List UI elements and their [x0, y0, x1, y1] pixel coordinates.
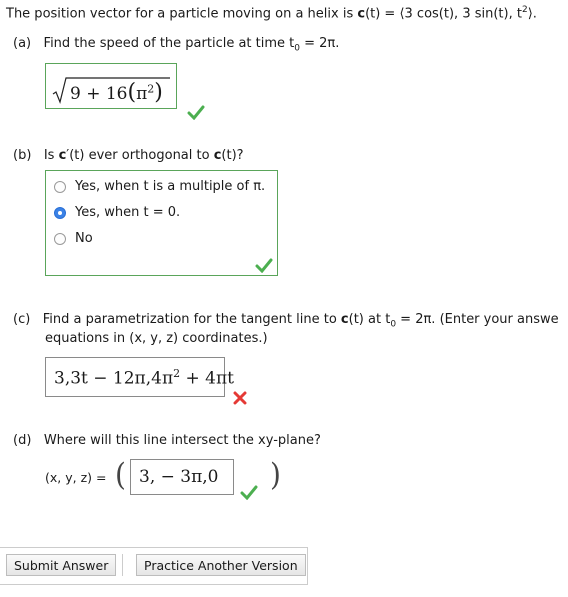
part-d-label: (d) [13, 433, 32, 448]
answer-a-text: 9 + 16 [70, 84, 128, 104]
part-c-prompt: (c) Find a parametrization for the tange… [13, 312, 559, 330]
radio-option-3[interactable] [54, 233, 66, 245]
check-icon [240, 485, 258, 500]
part-d-text: Where will this line intersect the xy-pl… [43, 433, 321, 448]
part-b-mid: ′(t) ever orthogonal to [66, 148, 214, 163]
part-d-prompt: (d) Where will this line intersect the x… [13, 433, 321, 448]
statement-vector: (t) = ⟨3 cos(t), 3 sin(t), t [365, 6, 522, 22]
statement-end: ⟩. [527, 6, 537, 22]
divider [122, 554, 123, 576]
x-mark-icon [233, 391, 247, 405]
option-2-label[interactable]: Yes, when t = 0. [75, 205, 180, 220]
part-a-answer-box[interactable]: 9 + 16(π2) [45, 63, 177, 109]
practice-another-version-button[interactable]: Practice Another Version [136, 554, 306, 576]
part-c-tail: = 2π. (Enter your answe [396, 312, 559, 327]
problem-statement: The position vector for a particle movin… [6, 5, 537, 21]
option-1-label[interactable]: Yes, when t is a multiple of π. [75, 179, 265, 194]
radio-option-1[interactable] [54, 181, 66, 193]
part-b-tail: (t)? [221, 148, 244, 163]
part-c-mid: (t) at t [348, 312, 391, 327]
check-icon [255, 258, 273, 273]
part-c-answer: 3,3t − 12π,4π2 + 4πt [54, 367, 234, 389]
part-d-answer-box[interactable]: 3, − 3π,0 [130, 459, 234, 495]
part-c-answer-box[interactable]: 3,3t − 12π,4π2 + 4πt [45, 357, 234, 397]
part-b-prompt: (b) Is c′(t) ever orthogonal to c(t)? [13, 148, 244, 163]
part-a-prompt: (a) Find the speed of the particle at ti… [13, 36, 339, 54]
part-c-label: (c) [13, 312, 31, 327]
part-b-label: (b) [13, 148, 32, 163]
part-a-tail: = 2π. [300, 36, 340, 51]
coord-label: (x, y, z) = [45, 470, 107, 485]
part-a-text: Find the speed of the particle at time t [43, 36, 295, 51]
option-3-label[interactable]: No [75, 231, 93, 246]
answer-a-pi: π [136, 84, 148, 104]
right-paren: ) [270, 456, 281, 493]
vector-c: c [357, 6, 366, 22]
part-b-text: Is [43, 148, 59, 163]
part-d-answer: 3, − 3π,0 [139, 467, 219, 487]
answer-c-tail: + 4πt [180, 368, 234, 389]
submit-answer-button[interactable]: Submit Answer [6, 554, 117, 576]
left-paren: ( [115, 456, 126, 493]
part-b-options-box: Yes, when t is a multiple of π. Yes, whe… [45, 170, 278, 276]
part-a-answer: 9 + 16(π2) [70, 80, 163, 105]
check-icon [187, 105, 205, 120]
part-a-label: (a) [13, 36, 32, 51]
statement-text: The position vector for a particle movin… [6, 6, 358, 22]
radio-option-2[interactable] [54, 207, 66, 219]
part-c-text: Find a parametrization for the tangent l… [42, 312, 341, 327]
part-c-prompt-line2: equations in (x, y, z) coordinates.) [45, 331, 268, 346]
answer-c-text: 3,3t − 12π,4π [54, 368, 174, 389]
vector-c: c [340, 312, 349, 327]
